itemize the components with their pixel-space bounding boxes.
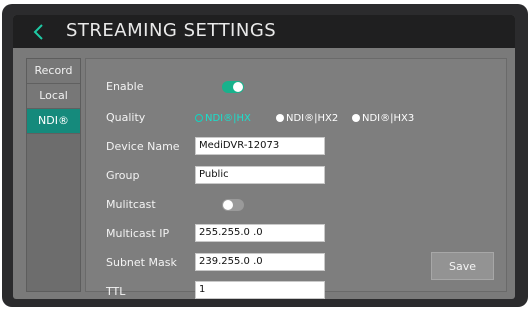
settings-screen: STREAMING SETTINGS Record Local NDI® Ena… <box>13 15 515 299</box>
quality-option-label: NDI®|HX2 <box>286 112 339 124</box>
device-name-input[interactable]: MediDVR-12073 <box>195 137 325 155</box>
toggle-knob <box>233 82 243 92</box>
group-label: Group <box>106 169 140 182</box>
enable-toggle[interactable] <box>222 81 244 93</box>
device-name-label: Device Name <box>106 140 180 153</box>
group-input[interactable]: Public <box>195 166 325 184</box>
tab-ndi[interactable]: NDI® <box>27 109 80 134</box>
tab-local[interactable]: Local <box>27 84 80 109</box>
save-button[interactable]: Save <box>431 252 494 280</box>
header-bar: STREAMING SETTINGS <box>13 15 515 48</box>
settings-sidebar: Record Local NDI® <box>26 58 81 292</box>
enable-label: Enable <box>106 80 144 93</box>
device-frame: STREAMING SETTINGS Record Local NDI® Ena… <box>2 4 528 307</box>
radio-dot-icon <box>352 114 360 122</box>
tab-record[interactable]: Record <box>27 59 80 84</box>
radio-unchecked-icon <box>195 114 203 122</box>
subnet-mask-input[interactable]: 239.255.0 .0 <box>195 253 325 271</box>
quality-label: Quality <box>106 111 146 124</box>
ttl-input[interactable]: 1 <box>195 281 325 299</box>
toggle-knob <box>223 200 233 210</box>
quality-option-hx[interactable]: NDI®|HX <box>195 112 251 124</box>
multicast-toggle[interactable] <box>222 199 244 211</box>
quality-option-label: NDI®|HX3 <box>362 112 415 124</box>
multicast-ip-input[interactable]: 255.255.0 .0 <box>195 224 325 242</box>
multicast-label: Mulitcast <box>106 198 156 211</box>
radio-dot-icon <box>276 114 284 122</box>
subnet-mask-label: Subnet Mask <box>106 256 177 269</box>
quality-option-hx3[interactable]: NDI®|HX3 <box>352 112 414 124</box>
multicast-ip-label: Multicast IP <box>106 227 170 240</box>
page-title: STREAMING SETTINGS <box>66 20 277 41</box>
quality-option-label: NDI®|HX <box>205 112 251 124</box>
settings-panel: Enable Quality NDI®|HX NDI®|HX2 NDI®|HX3… <box>85 58 507 299</box>
ttl-label: TTL <box>106 285 126 298</box>
quality-option-hx2[interactable]: NDI®|HX2 <box>276 112 338 124</box>
back-chevron-icon[interactable] <box>31 23 47 41</box>
